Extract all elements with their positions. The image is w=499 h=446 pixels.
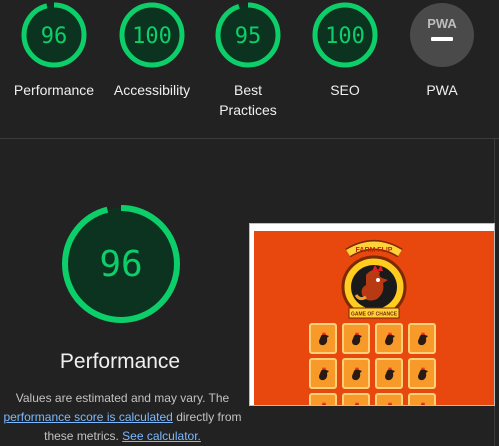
gauge-seo[interactable]: 100 SEO [297,0,393,100]
card-tile [309,358,337,389]
see-calculator-link[interactable]: See calculator. [122,429,201,443]
gauge-accessibility-ring: 100 [119,2,185,68]
gauge-performance-score: 96 [41,24,68,49]
gauge-pwa[interactable]: PWA PWA [394,0,490,100]
final-screenshot[interactable]: FARM FLIP GAME OF CHANCE [249,223,495,406]
card-tile [408,393,436,405]
rooster-icon [352,367,362,381]
card-tile [375,323,403,354]
card-tile [375,393,403,405]
gauge-best-practices-label-line-2: Practices [219,102,277,118]
gauge-performance-ring: 96 [21,2,87,68]
gauge-best-practices-ring: 95 [215,2,281,68]
rooster-icon [354,402,359,405]
gauge-best-practices-score: 95 [235,24,262,49]
screenshot-image: FARM FLIP GAME OF CHANCE [254,231,494,405]
score-calculated-link[interactable]: performance score is calculated [3,410,172,424]
rooster-icon [418,332,428,346]
performance-note: Values are estimated and may vary. The p… [0,389,245,446]
gauge-performance[interactable]: 96 Performance [6,0,102,100]
note-text-1: Values are estimated and may vary. The [15,391,230,405]
note-text-2: directly from [172,410,242,424]
rooster-icon [319,367,329,381]
gauge-pwa-label: PWA [426,82,458,98]
logo-title: FARM FLIP [356,247,393,254]
rooster-icon [385,332,395,346]
rooster-icon [385,367,395,381]
card-tile [408,323,436,354]
logo-subtitle: GAME OF CHANCE [351,312,398,318]
gauge-best-practices-label-line-1: Best [233,82,262,98]
card-tile [342,323,370,354]
gauge-accessibility-score: 100 [132,24,172,49]
card-tile [309,323,337,354]
rooster-icon [387,402,392,405]
performance-panel: 96 Performance Values are estimated and … [0,139,499,446]
gauge-performance-label: Performance [13,82,95,98]
rooster-icon [319,332,329,346]
pwa-badge-text: PWA [427,16,457,31]
card-tile [342,358,370,389]
rooster-icon [418,367,428,381]
gauge-accessibility-label: Accessibility [113,82,191,98]
card-tile [342,393,370,405]
gauge-best-practices-label: Best Practices [200,80,296,120]
note-text-3: these metrics. [44,429,123,443]
gauge-accessibility[interactable]: 100 Accessibility [104,0,200,100]
game-logo: FARM FLIP GAME OF CHANCE [341,240,407,319]
card-tile [375,358,403,389]
gauge-best-practices[interactable]: 95 Best Practices [200,0,296,120]
category-summary: 96 Performance 100 Accessibility 95 Best… [0,0,499,139]
card-tile [408,358,436,389]
card-tile [309,393,337,405]
gauge-seo-ring: 100 [312,2,378,68]
rooster-icon [420,402,425,405]
pwa-dash [431,37,453,41]
gauge-seo-label: SEO [330,82,360,98]
gauge-seo-score: 100 [325,24,365,49]
performance-score: 96 [99,244,142,285]
pwa-na-icon: PWA [410,3,474,67]
rooster-icon [321,402,326,405]
performance-gauge: 96 [62,205,180,323]
performance-title: Performance [59,350,181,373]
lighthouse-report: 96 Performance 100 Accessibility 95 Best… [0,0,499,446]
rooster-icon [352,332,362,346]
